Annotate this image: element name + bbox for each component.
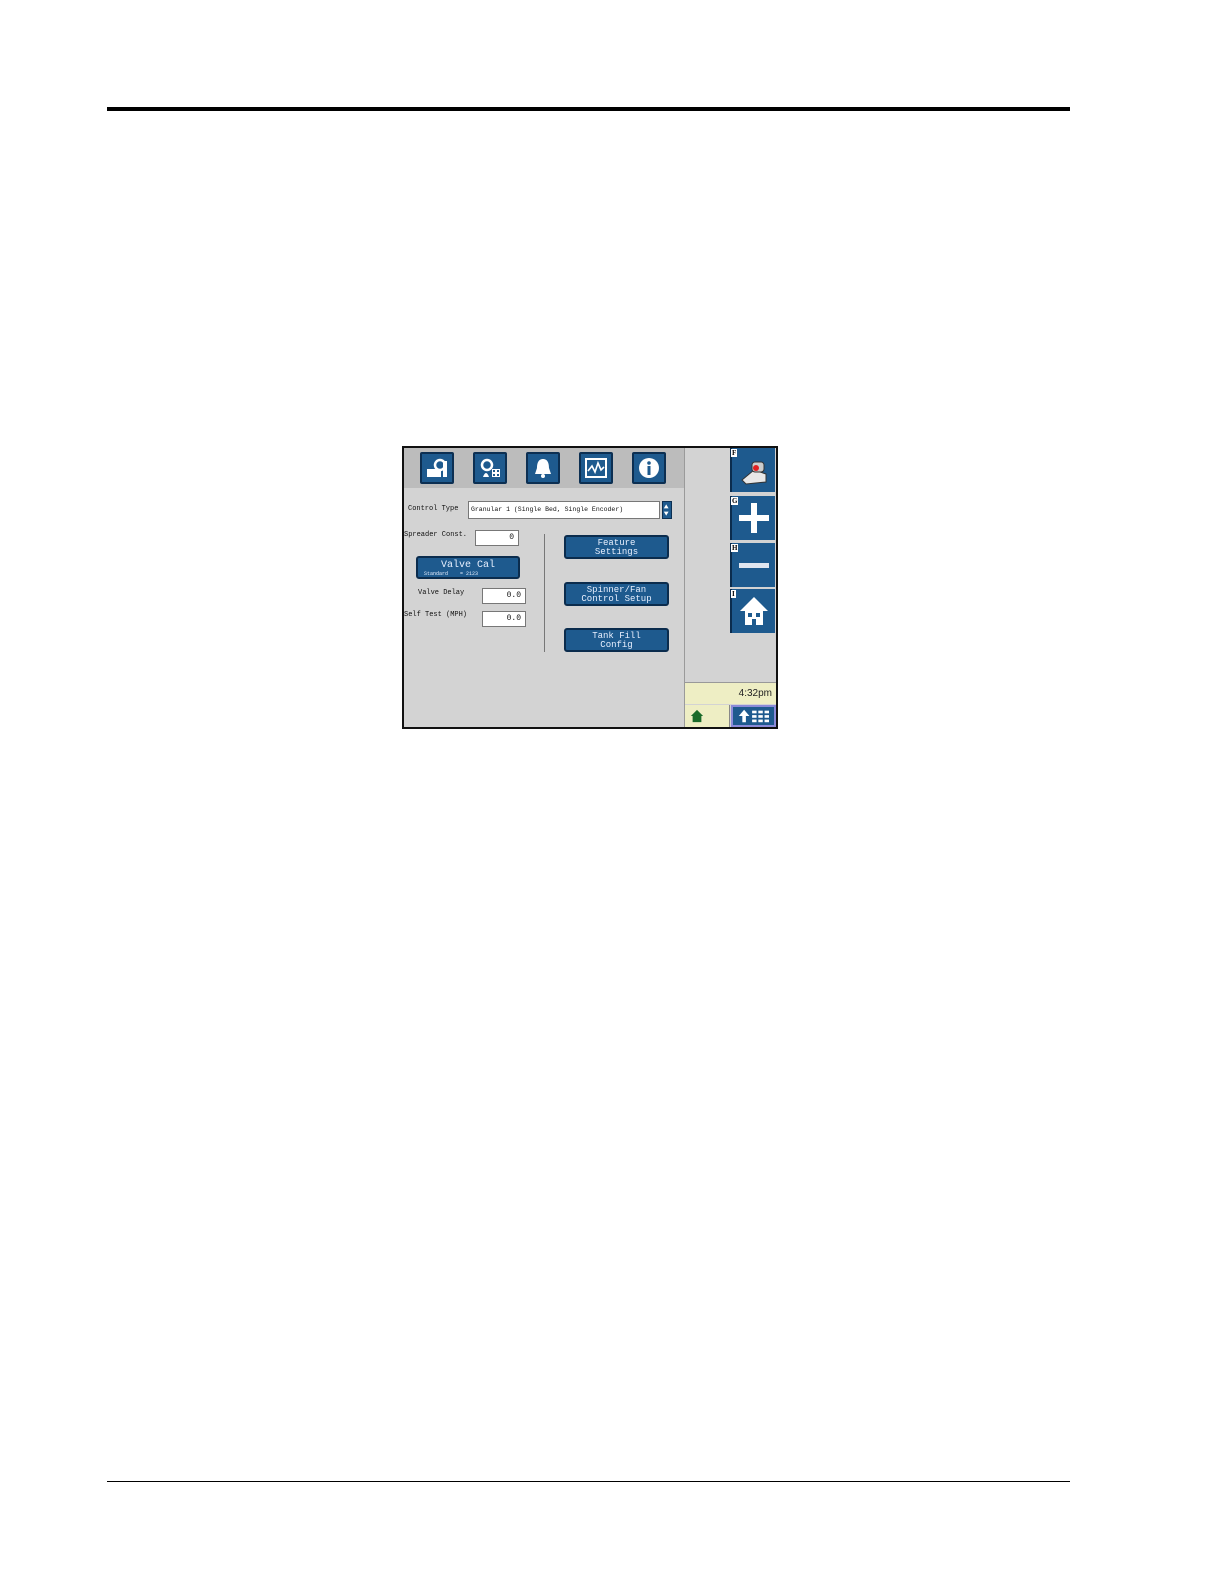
diagnostics-chart-icon (585, 458, 607, 478)
alarm-bell-icon (535, 459, 551, 478)
self-test-label: Self Test (MPH) (404, 611, 468, 619)
control-type-select[interactable]: Granular 1 (Single Bed, Single Encoder) (468, 501, 660, 519)
menu-layout-button[interactable] (731, 705, 776, 727)
feature-settings-line2: Settings (594, 547, 639, 557)
spreader-const-label: Spreader Const. (404, 531, 468, 539)
side-key-i[interactable] (730, 589, 775, 633)
self-test-field[interactable]: 0.0 (482, 611, 526, 627)
info-icon (639, 458, 659, 478)
tab-tools[interactable] (420, 452, 454, 484)
spreader-const-field[interactable]: 0 (475, 530, 519, 546)
header-rule (107, 107, 1070, 111)
valve-cal-button[interactable]: Valve Cal Standard = 2123 (416, 556, 520, 579)
clock-display: 4:32pm (685, 682, 776, 704)
tank-fill-config-button[interactable]: Tank Fill Config (564, 628, 669, 652)
home-icon (740, 597, 768, 625)
footer-rule (107, 1481, 1070, 1482)
feature-settings-button[interactable]: Feature Settings (564, 535, 669, 559)
valve-delay-field[interactable]: 0.0 (482, 588, 526, 604)
device-screen: Control Type Granular 1 (Single Bed, Sin… (402, 446, 778, 729)
home-screen-button[interactable] (685, 705, 730, 727)
small-home-icon (690, 709, 704, 723)
tank-fill-line2: Config (600, 640, 633, 650)
spinner-fan-line2: Control Setup (581, 594, 652, 604)
tools-icon (427, 458, 447, 477)
valve-cal-subtext: Standard = 2123 (424, 571, 479, 577)
plus-icon (739, 503, 769, 533)
side-key-g-letter: G (731, 497, 739, 505)
control-type-label: Control Type (408, 505, 459, 513)
minus-icon (739, 563, 769, 568)
operator-hand-icon (741, 461, 767, 485)
tab-product-settings[interactable] (473, 452, 507, 484)
spinner-fan-control-setup-button[interactable]: Spinner/Fan Control Setup (564, 582, 669, 606)
side-key-h-letter: H (731, 544, 739, 552)
side-key-f-letter: F (731, 449, 738, 457)
tab-bar (404, 448, 684, 488)
up-down-arrows-icon (663, 504, 669, 516)
valve-cal-label: Valve Cal (440, 560, 495, 571)
form-divider (544, 534, 545, 652)
up-arrow-grid-icon (738, 709, 769, 723)
product-settings-icon (480, 458, 500, 477)
tab-diagnostics[interactable] (579, 452, 613, 484)
control-type-spinner[interactable] (662, 501, 672, 519)
side-key-i-letter: I (731, 590, 736, 598)
valve-delay-label: Valve Delay (418, 589, 465, 597)
tab-info[interactable] (632, 452, 666, 484)
tab-alarms[interactable] (526, 452, 560, 484)
